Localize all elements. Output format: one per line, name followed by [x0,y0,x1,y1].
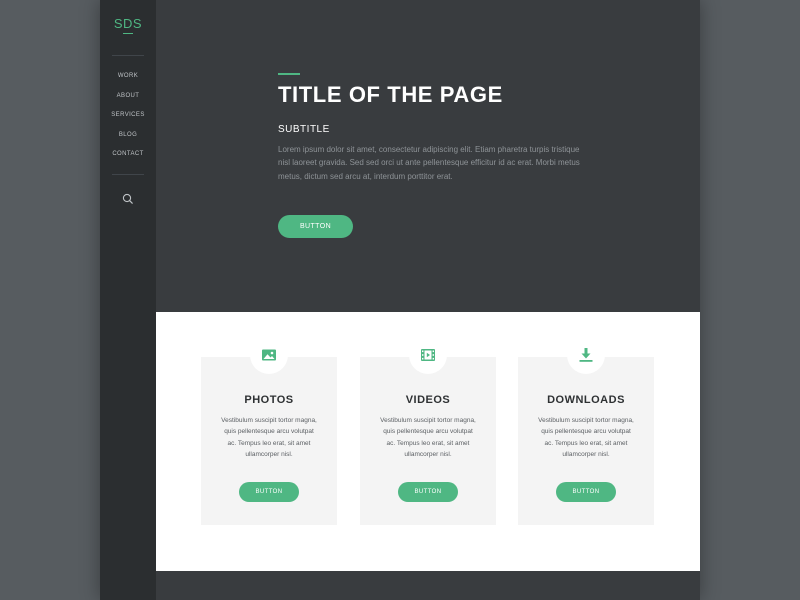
sidebar-nav: WORK ABOUT SERVICES BLOG CONTACT [100,70,156,168]
feature-text: Vestibulum suscipit tortor magna, quis p… [538,417,634,458]
feature-text: Vestibulum suscipit tortor magna, quis p… [380,417,476,458]
sidebar: SDS WORK ABOUT SERVICES BLOG CONTACT [100,0,156,600]
search-icon [122,193,133,204]
feature-title: VIDEOS [405,394,451,406]
nav-item-services[interactable]: SERVICES [100,109,156,129]
logo-underline [123,33,133,34]
page-title: TITLE OF THE PAGE [278,82,503,107]
feature-button[interactable]: BUTTON [239,482,299,502]
title-accent-line [278,73,300,75]
nav-item-blog[interactable]: BLOG [100,129,156,149]
page-subtitle: SUBTITLE [278,124,330,135]
features-section: PHOTOS Vestibulum suscipit tortor magna,… [156,312,700,571]
hero-section: TITLE OF THE PAGE SUBTITLE Lorem ipsum d… [156,0,700,312]
feature-card-videos: VIDEOS Vestibulum suscipit tortor magna,… [360,336,496,525]
hero-button[interactable]: BUTTON [278,215,353,238]
feature-icon-badge [250,336,288,374]
feature-card-downloads: DOWNLOADS Vestibulum suscipit tortor mag… [518,336,654,525]
logo[interactable]: SDS [100,16,156,31]
feature-title: PHOTOS [244,394,294,406]
nav-item-about[interactable]: ABOUT [100,90,156,110]
feature-card-photos: PHOTOS Vestibulum suscipit tortor magna,… [201,336,337,525]
feature-text: Vestibulum suscipit tortor magna, quis p… [221,417,317,458]
download-icon [579,348,593,362]
sidebar-divider [112,55,144,56]
feature-button[interactable]: BUTTON [556,482,616,502]
feature-button[interactable]: BUTTON [398,482,458,502]
feature-icon-badge [409,336,447,374]
feature-title: DOWNLOADS [547,394,625,406]
feature-icon-badge [567,336,605,374]
page-frame: SDS WORK ABOUT SERVICES BLOG CONTACT TIT… [100,0,700,600]
hero-body-text: Lorem ipsum dolor sit amet, consectetur … [278,145,580,181]
nav-item-work[interactable]: WORK [100,70,156,90]
sidebar-divider [112,174,144,175]
footer [156,571,700,600]
film-icon [421,349,435,361]
image-icon [262,349,276,361]
search-button[interactable] [120,191,136,207]
nav-item-contact[interactable]: CONTACT [100,148,156,168]
